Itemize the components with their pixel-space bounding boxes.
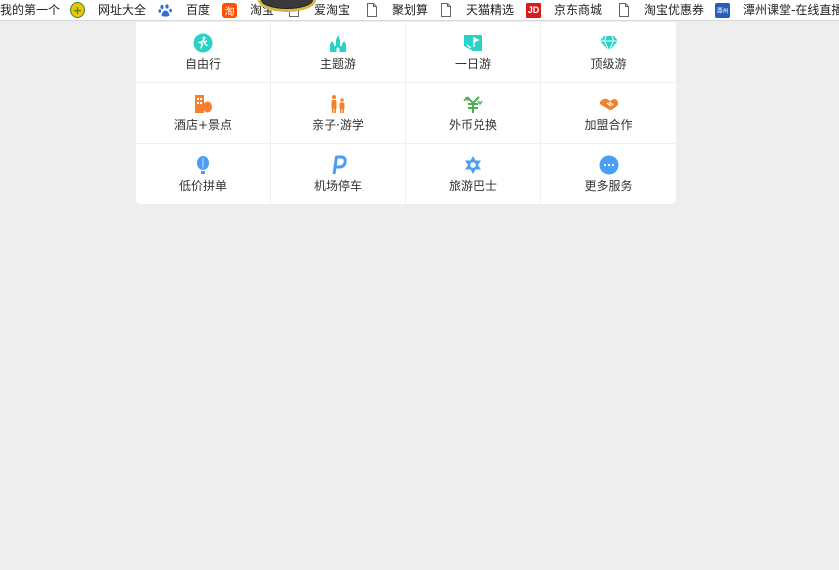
bookmark-baidu[interactable]: 百度 [158, 0, 210, 20]
bookmark-tmall[interactable]: 天猫精选 [438, 0, 514, 20]
bookmark-label: 聚划算 [392, 3, 429, 17]
bookmark-label: 百度 [186, 3, 211, 17]
bookmark-juhuasuan[interactable]: 聚划算 [364, 0, 428, 20]
page-icon [438, 3, 453, 18]
services-panel: 自由行 主题游 一日游 顶级游 酒店+景点 亲子·游学 外币兑换 加盟合作 低价… [136, 22, 676, 204]
service-airport-parking[interactable]: 机场停车 [271, 144, 406, 204]
bookmark-label: 潭州课堂-在线直播 [743, 3, 839, 17]
diamond-icon [599, 33, 619, 53]
handshake-icon [599, 94, 619, 114]
yen-exchange-icon [463, 94, 483, 114]
bookmarks-bar: 我的第一个 + 网址大全 百度 淘 淘宝 爱淘宝 聚划算 天猫精选 JD 京东商… [0, 0, 839, 21]
service-label: 更多服务 [584, 179, 633, 193]
service-label: 旅游巴士 [448, 179, 497, 193]
bookmark-label: 淘宝优惠券 [644, 3, 705, 17]
services-grid: 自由行 主题游 一日游 顶级游 酒店+景点 亲子·游学 外币兑换 加盟合作 低价… [136, 22, 676, 204]
taobao-icon: 淘 [222, 2, 237, 18]
bookmark-label: 京东商城 [554, 3, 603, 17]
service-label: 加盟合作 [584, 118, 633, 132]
service-label: 亲子·游学 [312, 118, 364, 132]
hiker-icon [193, 33, 213, 53]
more-dots-icon [599, 155, 619, 175]
star-badge-icon [463, 155, 483, 175]
service-premium-tour[interactable]: 顶级游 [541, 22, 676, 83]
bookmark-label: 我的第一个 [0, 3, 61, 17]
service-group-deal[interactable]: 低价拼单 [136, 144, 271, 204]
bookmark-hao360[interactable]: + 网址大全 [70, 0, 146, 20]
bookmark-label: 爱淘宝 [314, 3, 351, 17]
hotel-icon [193, 94, 213, 114]
service-label: 酒店+景点 [173, 118, 233, 132]
page-icon [616, 3, 631, 18]
service-theme-tour[interactable]: 主题游 [271, 22, 406, 83]
bookmark-tanzhou[interactable]: 潭州 潭州课堂-在线直播 [715, 0, 839, 20]
service-label: 主题游 [319, 57, 356, 71]
bookmark-label: 天猫精选 [466, 3, 515, 17]
family-icon [328, 94, 348, 114]
service-label: 外币兑换 [448, 118, 497, 132]
service-tour-bus[interactable]: 旅游巴士 [406, 144, 541, 204]
map-flag-icon [463, 33, 483, 53]
tanzhou-icon: 潭州 [715, 2, 730, 18]
service-hotel-scenic[interactable]: 酒店+景点 [136, 83, 271, 144]
bookmark-jd[interactable]: JD 京东商城 [526, 0, 602, 20]
service-label: 机场停车 [313, 179, 362, 193]
360-icon: + [70, 2, 85, 18]
service-day-tour[interactable]: 一日游 [406, 22, 541, 83]
service-label: 一日游 [454, 57, 491, 71]
parking-icon [328, 155, 348, 175]
service-label: 顶级游 [590, 57, 627, 71]
page-icon [364, 3, 379, 18]
service-currency-exchange[interactable]: 外币兑换 [406, 83, 541, 144]
service-family-study[interactable]: 亲子·游学 [271, 83, 406, 144]
service-more[interactable]: 更多服务 [541, 144, 676, 204]
service-franchise[interactable]: 加盟合作 [541, 83, 676, 144]
jd-icon: JD [526, 2, 541, 18]
balloon-icon [193, 155, 213, 175]
castle-icon [328, 33, 348, 53]
bookmark-my-first[interactable]: 我的第一个 [0, 0, 60, 20]
baidu-paw-icon [158, 3, 173, 18]
service-free-travel[interactable]: 自由行 [136, 22, 271, 83]
service-label: 自由行 [184, 57, 221, 71]
bookmark-taobao-coupon[interactable]: 淘宝优惠券 [616, 0, 704, 20]
bookmark-label: 网址大全 [98, 3, 147, 17]
service-label: 低价拼单 [178, 179, 227, 193]
